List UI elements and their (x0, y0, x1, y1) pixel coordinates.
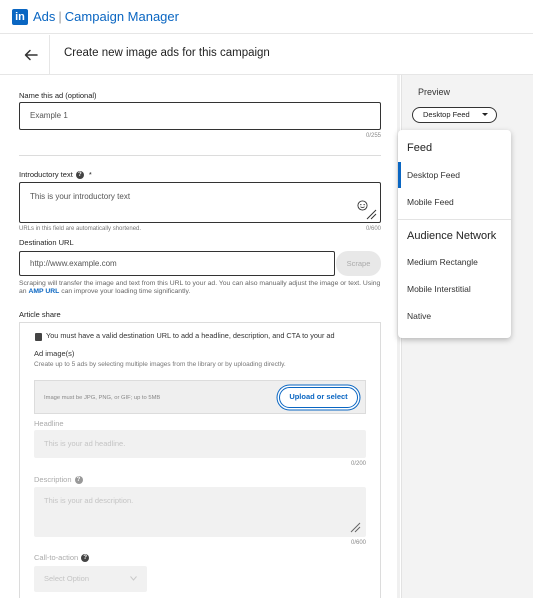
intro-text-label: Introductory text? * (19, 170, 92, 180)
cta-placeholder: Select Option (44, 574, 90, 583)
scrape-desc-text-end: can improve your loading time significan… (61, 288, 191, 295)
intro-text-input[interactable]: This is your introductory text (19, 182, 381, 223)
cta-select[interactable]: Select Option (34, 566, 147, 592)
intro-text-counter: 0/600 (365, 226, 381, 232)
info-icon (35, 333, 42, 341)
dropdown-group-audience-network: Audience Network (407, 230, 497, 242)
preview-dropdown-menu: Feed Desktop Feed Mobile Feed Audience N… (398, 130, 511, 338)
dropdown-item-medium-rectangle[interactable]: Medium Rectangle (407, 257, 478, 267)
arrow-left-icon[interactable] (22, 46, 40, 64)
preview-selected-value: Desktop Feed (423, 110, 470, 119)
page-header: Create new image ads for this campaign (0, 35, 533, 75)
ad-images-description: Create up to 5 ads by selecting multiple… (34, 361, 286, 368)
image-upload-area: Image must be JPG, PNG, or GIF; up to 5M… (34, 380, 366, 414)
dropdown-item-desktop-feed[interactable]: Desktop Feed (407, 170, 460, 180)
upload-or-select-button[interactable]: Upload or select (279, 387, 358, 408)
top-bar: in Ads | Campaign Manager (0, 0, 533, 34)
selected-indicator (398, 162, 401, 188)
scrape-button[interactable]: Scrape (336, 251, 381, 276)
brand-separator: | (58, 9, 62, 24)
header-divider (49, 35, 50, 75)
description-label-text: Description (34, 475, 72, 484)
scrape-description: Scraping will transfer the image and tex… (19, 280, 381, 296)
description-label: Description? (34, 475, 83, 485)
intro-text-label-text: Introductory text (19, 170, 73, 179)
help-icon[interactable]: ? (75, 171, 84, 180)
required-marker: * (88, 170, 92, 179)
ad-name-label: Name this ad (optional) (19, 91, 97, 100)
destination-url-label: Destination URL (19, 238, 74, 247)
headline-input[interactable]: This is your ad headline. (34, 430, 366, 458)
amp-url-link[interactable]: AMP URL (28, 288, 59, 295)
dropdown-item-native[interactable]: Native (407, 311, 431, 321)
linkedin-logo[interactable]: in (12, 9, 28, 25)
cta-label: Call-to-action? (34, 553, 90, 563)
dropdown-item-mobile-feed[interactable]: Mobile Feed (407, 197, 454, 207)
page-title: Create new image ads for this campaign (64, 47, 270, 59)
upload-hint: Image must be JPG, PNG, or GIF; up to 5M… (44, 395, 161, 401)
brand-section: Campaign Manager (64, 9, 179, 24)
preview-format-select[interactable]: Desktop Feed (412, 107, 497, 123)
help-icon[interactable]: ? (81, 554, 90, 563)
article-share-label: Article share (19, 310, 61, 319)
resize-handle-icon[interactable] (350, 522, 361, 533)
headline-placeholder: This is your ad headline. (44, 439, 126, 448)
destination-url-input[interactable]: http://www.example.com (19, 251, 335, 276)
intro-text-placeholder: This is your introductory text (30, 192, 131, 201)
headline-label: Headline (34, 419, 64, 428)
dropdown-item-mobile-interstitial[interactable]: Mobile Interstitial (407, 284, 471, 294)
ad-name-input[interactable]: Example 1 (19, 102, 381, 130)
ad-name-value: Example 1 (30, 111, 68, 120)
dropdown-divider (398, 219, 511, 220)
resize-handle-icon[interactable] (366, 209, 377, 220)
caret-down-icon (482, 113, 488, 116)
preview-label: Preview (418, 87, 451, 97)
description-placeholder: This is your ad description. (44, 496, 134, 505)
warning-text: You must have a valid destination URL to… (46, 331, 335, 340)
ad-images-label: Ad image(s) (34, 349, 75, 358)
chevron-down-icon (130, 576, 137, 581)
destination-url-placeholder: http://www.example.com (30, 259, 117, 268)
intro-text-hint: URLs in this field are automatically sho… (19, 226, 142, 232)
brand-product: Ads (33, 9, 56, 24)
dropdown-group-feed: Feed (407, 142, 433, 154)
headline-counter: 0/200 (350, 461, 366, 467)
ad-name-counter: 0/255 (365, 133, 381, 139)
section-divider (19, 155, 381, 156)
description-counter: 0/600 (350, 540, 366, 546)
help-icon[interactable]: ? (74, 476, 83, 485)
description-input[interactable]: This is your ad description. (34, 487, 366, 537)
cta-label-text: Call-to-action (34, 553, 79, 562)
brand-title[interactable]: Ads | Campaign Manager (33, 9, 179, 25)
